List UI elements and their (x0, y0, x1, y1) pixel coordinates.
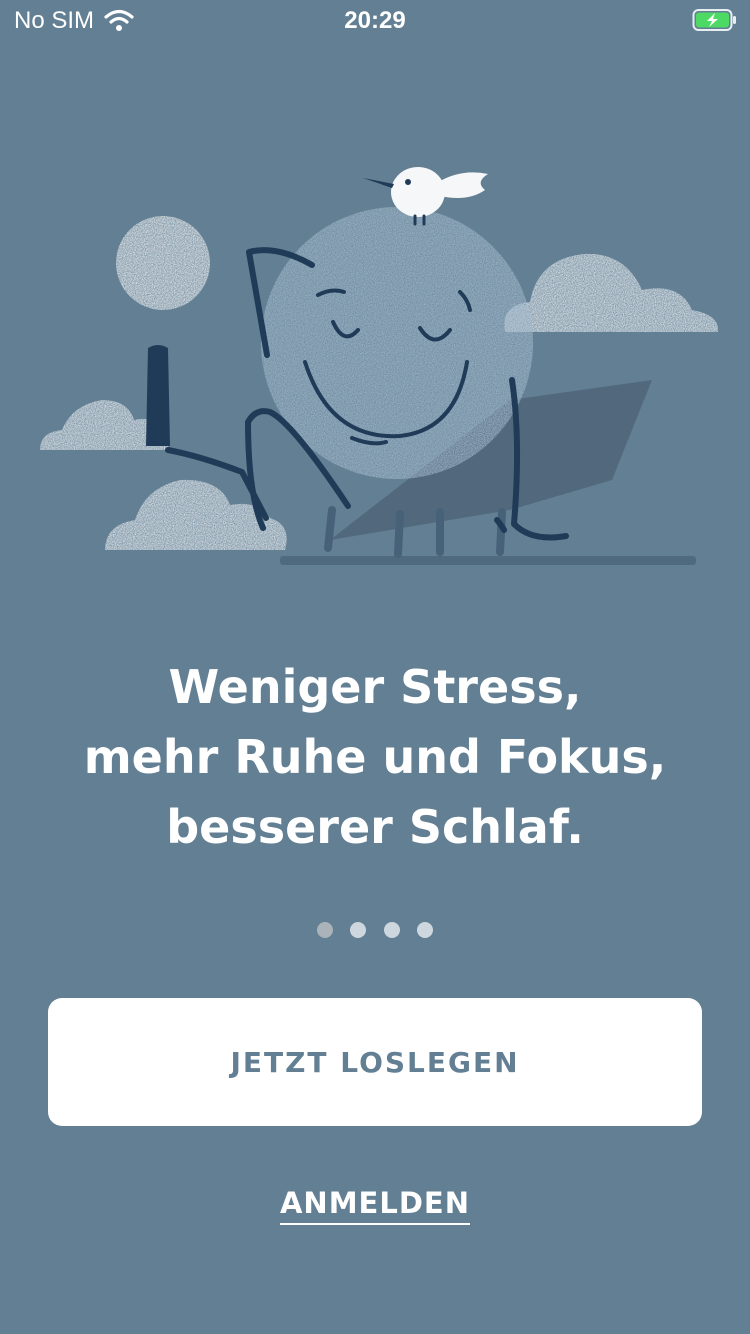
page-dot-4[interactable] (416, 922, 433, 938)
onboarding-headline: Weniger Stress, mehr Ruhe und Fokus, bes… (40, 652, 710, 862)
status-time: 20:29 (344, 7, 406, 34)
battery-charging-icon (692, 9, 736, 31)
page-dot-3[interactable] (383, 922, 400, 938)
login-link-container: ANMELDEN (0, 1186, 750, 1225)
headline-line-3: besserer Schlaf. (166, 800, 584, 854)
get-started-button[interactable]: JETZT LOSLEGEN (48, 998, 702, 1126)
page-dot-1[interactable] (317, 922, 334, 938)
headline-line-2: mehr Ruhe und Fokus, (83, 730, 667, 784)
page-dot-2[interactable] (350, 922, 367, 938)
page-indicator (0, 922, 750, 942)
onboarding-illustration (40, 167, 719, 565)
headline-line-1: Weniger Stress, (168, 660, 582, 714)
status-bar: No SIM 20:29 (0, 0, 750, 40)
login-link[interactable]: ANMELDEN (279, 1186, 470, 1225)
